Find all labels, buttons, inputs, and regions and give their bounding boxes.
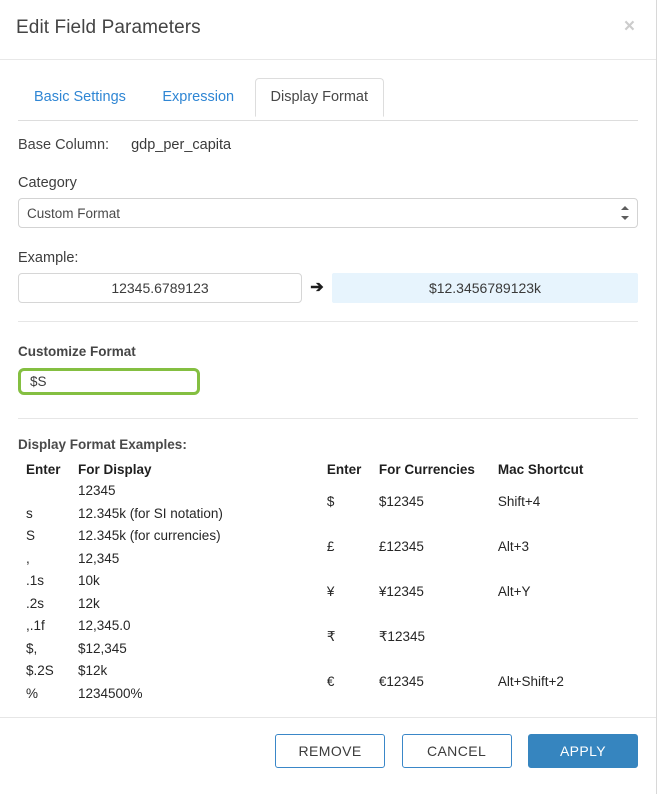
display-examples-right-table: Enter For Currencies Mac Shortcut $ $1234… xyxy=(327,462,584,706)
example-output: $12.3456789123k xyxy=(332,273,638,303)
table-header-row: Enter For Display xyxy=(26,462,223,481)
display-examples-left-table: Enter For Display 12345 s 12.345k (for SI … xyxy=(26,462,223,706)
header-for-display: For Display xyxy=(78,462,152,477)
example-row: ➔ $12.3456789123k xyxy=(18,273,638,303)
table-cell: ₹ xyxy=(326,629,336,645)
table-cell: 12.345k (for currencies) xyxy=(78,528,221,543)
table-cell: 12k xyxy=(78,595,100,611)
table-cell xyxy=(498,616,584,661)
base-column-label: Base Column: xyxy=(18,137,110,153)
header-enter: Enter xyxy=(26,462,61,477)
left-table-body: 12345 s 12.345k (for SI notation) S 12.345k … xyxy=(26,481,223,706)
tab-expression[interactable]: Expression xyxy=(146,78,250,117)
category-select[interactable]: Custom Format xyxy=(18,198,638,228)
table-cell: Alt+Shift+2 xyxy=(497,674,564,690)
dialog-header: Edit Field Parameters × xyxy=(0,0,656,60)
divider-example xyxy=(18,321,638,322)
table-cell: $.2S xyxy=(26,663,54,678)
table-cell: $12k xyxy=(78,663,108,678)
header-enter-currency: Enter xyxy=(326,462,362,477)
tab-underline xyxy=(18,120,638,121)
table-cell: .2s xyxy=(26,595,45,611)
table-cell: 12.345k (for SI notation) xyxy=(78,505,223,521)
header-for-currencies: For Currencies xyxy=(378,462,475,477)
table-cell: , xyxy=(26,550,30,566)
table-cell: $12345 xyxy=(378,494,424,510)
dialog-body: Base Column: gdp_per_capita Category Cus… xyxy=(0,137,656,706)
cancel-button[interactable]: CANCEL xyxy=(401,734,512,768)
table-cell: $12,345 xyxy=(78,640,127,656)
apply-button[interactable]: APPLY xyxy=(528,734,638,768)
tab-display-format[interactable]: Display Format xyxy=(254,78,385,117)
table-row: € €12345 Alt+Shift+2 xyxy=(327,661,584,706)
table-cell: ₹12345 xyxy=(378,629,425,645)
table-cell: $ xyxy=(326,494,335,510)
table-cell: €12345 xyxy=(378,674,424,690)
table-row: s 12.345k (for SI notation) xyxy=(26,504,223,527)
category-label: Category xyxy=(18,175,77,191)
right-table-body: $ $12345 Shift+4 £ £12345 Alt+3 ¥ ¥12345 Alt+Y ₹ ₹… xyxy=(327,481,584,706)
table-cell: Shift+4 xyxy=(497,494,541,510)
table-cell: s xyxy=(26,505,33,521)
table-header-row: Enter For Currencies Mac Shortcut xyxy=(327,462,584,481)
table-cell: Alt+Y xyxy=(497,584,531,600)
dialog-footer: REMOVE CANCEL APPLY xyxy=(0,717,656,794)
table-cell: 10k xyxy=(78,573,100,588)
remove-button[interactable]: REMOVE xyxy=(275,734,386,768)
arrow-right-icon: ➔ xyxy=(310,279,324,296)
table-cell: 12345 xyxy=(78,483,116,498)
header-mac-shortcut: Mac Shortcut xyxy=(497,462,584,477)
table-cell: 1234500% xyxy=(78,685,143,701)
table-cell: ¥ xyxy=(326,584,335,600)
table-row: .2s 12k xyxy=(26,594,223,617)
table-row: ₹ ₹12345 xyxy=(327,616,584,661)
table-row: ¥ ¥12345 Alt+Y xyxy=(327,571,584,616)
table-cell: ¥12345 xyxy=(378,584,424,600)
table-row: % 1234500% xyxy=(26,684,223,707)
table-cell: 12,345.0 xyxy=(78,618,131,633)
table-cell: £ xyxy=(326,539,335,555)
table-cell: Alt+3 xyxy=(497,539,529,555)
table-cell: % xyxy=(26,685,39,701)
display-examples-tables: Enter For Display 12345 s 12.345k (for SI … xyxy=(18,462,638,706)
divider-customize xyxy=(18,418,638,419)
table-cell: ,.1f xyxy=(26,618,45,633)
category-select-wrap: Custom Format xyxy=(18,198,638,228)
table-row: $, $12,345 xyxy=(26,639,223,662)
table-cell: £12345 xyxy=(378,539,424,555)
table-cell: € xyxy=(326,674,335,690)
table-row: 12345 xyxy=(26,481,223,504)
base-column-row: Base Column: gdp_per_capita xyxy=(18,137,638,153)
table-cell xyxy=(26,481,78,504)
tab-bar: Basic Settings Expression Display Format xyxy=(0,60,656,121)
example-label: Example: xyxy=(18,250,79,266)
table-row: $ $12345 Shift+4 xyxy=(327,481,584,526)
dialog-title: Edit Field Parameters xyxy=(16,17,201,38)
table-row: .1s 10k xyxy=(26,571,223,594)
table-row: £ £12345 Alt+3 xyxy=(327,526,584,571)
close-icon[interactable]: × xyxy=(620,13,639,40)
table-cell: 12,345 xyxy=(78,550,120,566)
table-cell: $, xyxy=(26,640,38,656)
tab-basic-settings[interactable]: Basic Settings xyxy=(18,78,142,117)
base-column-value: gdp_per_capita xyxy=(131,137,232,153)
example-input[interactable] xyxy=(18,273,302,303)
table-row: , 12,345 xyxy=(26,549,223,572)
table-cell: .1s xyxy=(26,573,45,588)
table-row: S 12.345k (for currencies) xyxy=(26,526,223,549)
table-row: $.2S $12k xyxy=(26,661,223,684)
table-row: ,.1f 12,345.0 xyxy=(26,616,223,639)
customize-format-wrap xyxy=(18,366,638,397)
display-examples-title: Display Format Examples: xyxy=(18,437,187,452)
table-cell: S xyxy=(26,528,36,543)
edit-field-parameters-dialog: Edit Field Parameters × Basic Settings E… xyxy=(0,0,657,794)
table-gap xyxy=(223,462,327,706)
customize-format-label: Customize Format xyxy=(18,344,136,359)
customize-format-input[interactable] xyxy=(18,368,200,395)
